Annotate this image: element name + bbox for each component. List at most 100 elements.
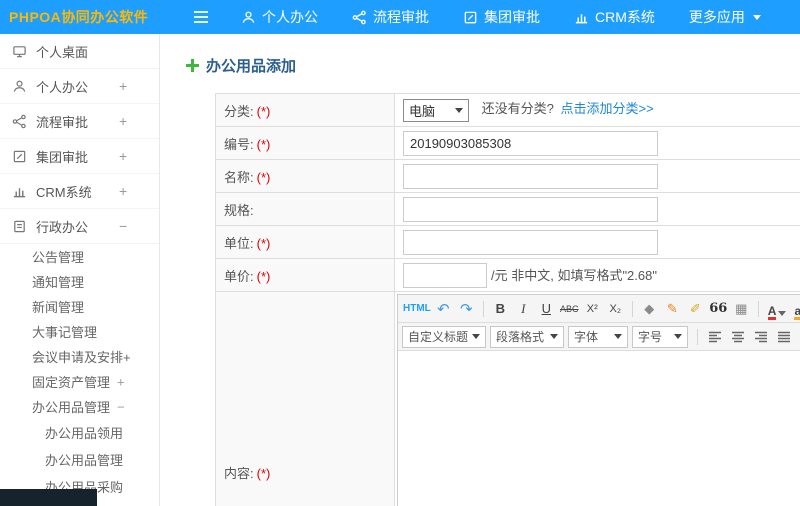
blockquote-button[interactable]: 66 <box>708 298 729 320</box>
required-mark: (*) <box>256 103 271 119</box>
font-color-button[interactable]: A <box>765 298 790 320</box>
sidebar: 个人桌面 个人办公 + 流程审批 + 集团审批 + CRM系统 + 行政办公 − <box>0 34 160 506</box>
unit-input[interactable] <box>403 229 658 255</box>
nav-more-apps[interactable]: 更多应用 <box>672 0 778 34</box>
sidebar-item-group-approval[interactable]: 集团审批 + <box>0 139 159 174</box>
superscript-button[interactable]: X² <box>582 298 603 320</box>
sidebar-item-label: CRM系统 <box>36 184 92 200</box>
clipboard-icon <box>12 219 27 234</box>
italic-button[interactable]: I <box>513 298 534 320</box>
dropdown-label: 字号 <box>638 330 663 344</box>
align-center-icon[interactable] <box>727 326 748 348</box>
sidebar-item-workflow-approval[interactable]: 流程审批 + <box>0 104 159 139</box>
price-label: 单价: <box>224 268 254 284</box>
sidebar-subitem-office-supplies-mgmt[interactable]: 办公用品管理 − <box>0 394 159 419</box>
align-justify-icon[interactable] <box>773 326 794 348</box>
bold-button[interactable]: B <box>490 298 511 320</box>
nav-label: 个人办公 <box>262 9 318 25</box>
caret-down-icon <box>472 334 480 339</box>
category-label: 分类: <box>224 103 254 119</box>
sidebar-subitem-notice-mgmt[interactable]: 通知管理 <box>0 269 159 294</box>
required-mark: (*) <box>256 169 271 185</box>
sidebar-subitem-fixed-assets-mgmt[interactable]: 固定资产管理 + <box>0 369 159 394</box>
remove-format-button[interactable]: ◆ <box>639 298 660 320</box>
expand-icon[interactable]: + <box>119 78 127 94</box>
app-logo[interactable]: PHPOA协同办公软件 <box>0 7 160 27</box>
caret-down-icon <box>674 334 682 339</box>
redo-button[interactable]: ↷ <box>456 298 477 320</box>
align-right-icon[interactable] <box>750 326 771 348</box>
sidebar-item-personal-desktop[interactable]: 个人桌面 <box>0 34 159 69</box>
caret-down-icon <box>778 310 787 316</box>
add-category-link[interactable]: 点击添加分类>> <box>560 101 653 116</box>
code-input[interactable] <box>403 130 658 156</box>
sidebar-item-admin-office[interactable]: 行政办公 − <box>0 209 159 244</box>
sidebar-item-label: 个人桌面 <box>36 44 89 60</box>
undo-button[interactable]: ↶ <box>433 298 454 320</box>
sidebar-subitem-supplies-receive[interactable]: 办公用品领用 <box>0 419 159 446</box>
expand-icon[interactable]: + <box>119 148 127 164</box>
sidebar-subitem-label: 公告管理 <box>32 250 85 265</box>
form-row-unit: 单位: (*) <box>215 225 800 259</box>
flow-icon <box>12 114 27 129</box>
toolbar-separator <box>631 300 633 317</box>
spec-input[interactable] <box>403 196 658 222</box>
dropdown-label: 字体 <box>574 330 599 344</box>
font-family-dropdown[interactable]: 字体 <box>568 325 628 348</box>
toolbar-separator <box>697 328 698 345</box>
collapse-icon[interactable]: − <box>119 218 127 234</box>
form-row-content: 内容: (*) HTML ↶ ↷ B I U ABC X² X₂ ◆ ✎ ✐ 6… <box>215 291 800 506</box>
sidebar-item-personal-office[interactable]: 个人办公 + <box>0 69 159 104</box>
nav-workflow-approval[interactable]: 流程审批 <box>335 0 446 34</box>
expand-icon[interactable]: + <box>117 374 125 389</box>
name-input[interactable] <box>403 163 658 189</box>
font-size-dropdown[interactable]: 字号 <box>632 325 688 348</box>
strikethrough-button[interactable]: ABC <box>559 298 580 320</box>
nav-crm-system[interactable]: CRM系统 <box>557 0 672 34</box>
edit-icon <box>12 149 27 164</box>
sidebar-subitem-announcement-mgmt[interactable]: 公告管理 <box>0 244 159 269</box>
underline-button[interactable]: U <box>536 298 557 320</box>
hamburger-menu-icon[interactable] <box>192 9 210 25</box>
format-paint-button[interactable]: ✎ <box>662 298 683 320</box>
caret-down-icon <box>614 334 622 339</box>
expand-icon[interactable]: + <box>119 183 127 199</box>
required-mark: (*) <box>256 136 271 152</box>
align-left-icon[interactable] <box>704 326 725 348</box>
link-preview-box <box>0 489 97 506</box>
name-label: 名称: <box>224 169 254 185</box>
person-icon <box>12 79 27 94</box>
spec-label: 规格: <box>224 202 254 218</box>
category-select-value: 电脑 <box>409 103 436 119</box>
price-input[interactable] <box>403 262 487 288</box>
sidebar-item-label: 流程审批 <box>36 114 89 130</box>
required-mark: (*) <box>256 268 271 284</box>
expand-icon[interactable]: + <box>119 113 127 129</box>
source-code-button[interactable]: HTML <box>403 298 431 320</box>
price-suffix: /元 非中文, 如填写格式"2.68" <box>491 267 657 283</box>
sidebar-subitem-meeting-mgmt[interactable]: 会议申请及安排+ <box>0 344 159 369</box>
heading-style-dropdown[interactable]: 自定义标题 <box>402 325 486 348</box>
sidebar-subitem-label: 办公用品管理 <box>45 453 124 468</box>
highlight-color-button[interactable]: ab <box>791 298 800 320</box>
nav-personal-office[interactable]: 个人办公 <box>224 0 335 34</box>
nav-group-approval[interactable]: 集团审批 <box>446 0 557 34</box>
editor-toolbar-row2: 自定义标题 段落格式 字体 字号 <box>398 323 800 351</box>
collapse-icon[interactable]: − <box>117 399 125 414</box>
sidebar-item-crm-system[interactable]: CRM系统 + <box>0 174 159 209</box>
sidebar-subitem-label: 大事记管理 <box>32 325 98 340</box>
font-color-glyph: A <box>767 303 777 320</box>
sidebar-subitem-supplies-manage[interactable]: 办公用品管理 <box>0 446 159 473</box>
editor-content-area[interactable] <box>398 351 800 506</box>
paragraph-format-dropdown[interactable]: 段落格式 <box>490 325 564 348</box>
chart-icon <box>12 184 27 199</box>
sidebar-subitem-label: 办公用品领用 <box>45 426 124 441</box>
subscript-button[interactable]: X₂ <box>605 298 626 320</box>
category-select[interactable]: 电脑 <box>403 98 469 122</box>
sidebar-subitem-news-mgmt[interactable]: 新闻管理 <box>0 294 159 319</box>
table-button[interactable]: ▦ <box>731 298 752 320</box>
nav-label: CRM系统 <box>595 9 655 25</box>
content-label: 内容: <box>224 466 254 481</box>
brush-button[interactable]: ✐ <box>685 298 706 320</box>
sidebar-subitem-events-mgmt[interactable]: 大事记管理 <box>0 319 159 344</box>
